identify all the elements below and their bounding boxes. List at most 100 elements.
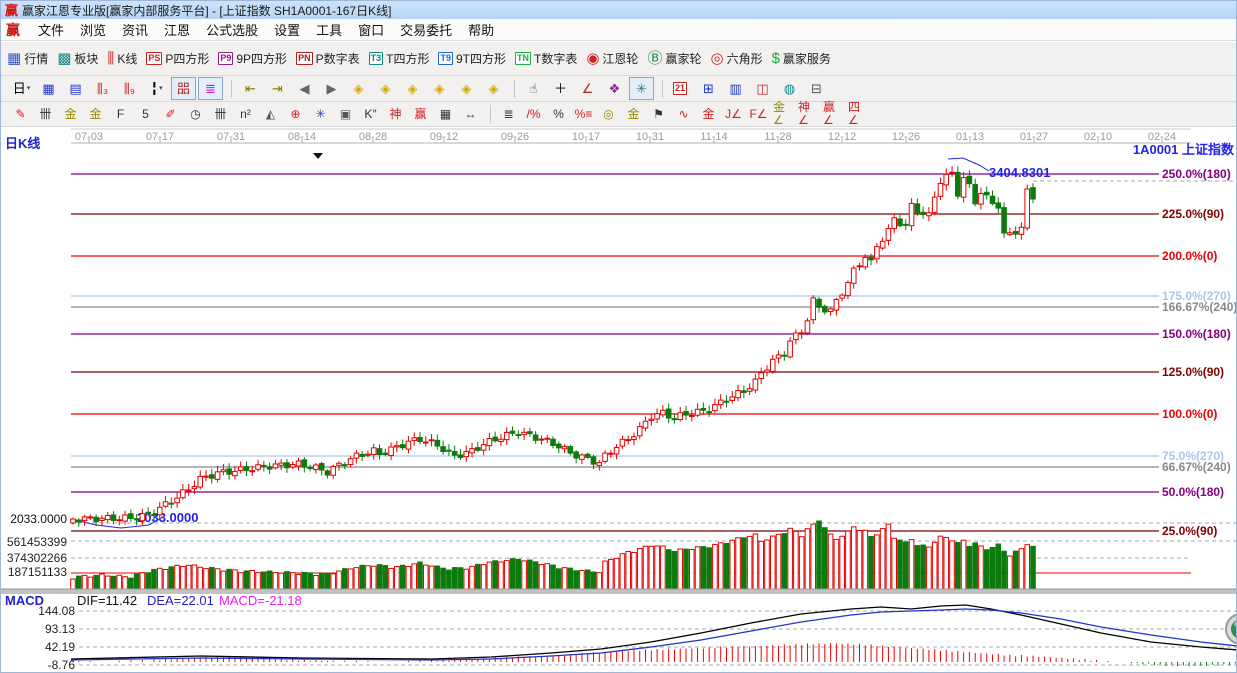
- kline-9-icon[interactable]: ⫼₉: [117, 77, 142, 100]
- gold-grid-1-icon[interactable]: 金: [59, 104, 82, 125]
- jump-last-icon[interactable]: ⇥: [265, 77, 290, 100]
- wave-red-icon[interactable]: ∿: [672, 104, 695, 125]
- t-number-table-button[interactable]: TNT数字表: [515, 50, 577, 67]
- svg-text:125.0%(90): 125.0%(90): [1162, 365, 1224, 379]
- time-cycle-icon[interactable]: ◷: [184, 104, 207, 125]
- kline-button[interactable]: ⫼K线: [107, 50, 137, 67]
- draw-brush-icon[interactable]: ✎: [9, 104, 32, 125]
- star-blue-icon[interactable]: ✳: [309, 104, 332, 125]
- scale-tool-icon[interactable]: ≣: [497, 104, 520, 125]
- jump-first-icon[interactable]: ⇤: [238, 77, 263, 100]
- ying-tool-icon[interactable]: 赢: [409, 104, 432, 125]
- sector-blocks-button[interactable]: ▩板块: [57, 50, 98, 67]
- shen-angle-icon[interactable]: 神∠: [797, 104, 820, 125]
- 9t-square-button[interactable]: T99T四方形: [438, 50, 506, 67]
- t-square-button[interactable]: T3T四方形: [369, 50, 430, 67]
- menu-item-窗口[interactable]: 窗口: [350, 18, 392, 41]
- n-square-icon[interactable]: n²: [234, 104, 257, 125]
- gold-circle-icon[interactable]: ◎: [597, 104, 620, 125]
- single-candle-dropdown-icon[interactable]: ╏▾: [144, 77, 169, 100]
- diamond-right-icon[interactable]: ◈: [373, 77, 398, 100]
- menu-item-公式选股[interactable]: 公式选股: [198, 18, 266, 41]
- step-back-icon[interactable]: ◀: [292, 77, 317, 100]
- 9t-square-label: 9T四方形: [456, 50, 506, 67]
- menu-item-江恩[interactable]: 江恩: [156, 18, 198, 41]
- grid-tool-icon[interactable]: 卌: [34, 104, 57, 125]
- f-ruler-icon[interactable]: F: [109, 104, 132, 125]
- diamond-hexpand-glyph: ◈: [435, 82, 445, 95]
- market-quotes-button[interactable]: ▦行情: [7, 50, 48, 67]
- notes-icon[interactable]: ▥: [723, 77, 748, 100]
- step-forward-icon[interactable]: ▶: [319, 77, 344, 100]
- diamond-hexpand-icon[interactable]: ◈: [427, 77, 452, 100]
- diamond-hsplit-icon[interactable]: ◈: [400, 77, 425, 100]
- target-circle-icon[interactable]: ⊕: [284, 104, 307, 125]
- star-box-icon[interactable]: ▣: [334, 104, 357, 125]
- ying-angle-icon[interactable]: 赢∠: [822, 104, 845, 125]
- wave-red-glyph: ∿: [678, 108, 688, 121]
- print-icon[interactable]: ⊟: [804, 77, 829, 100]
- gann-wheel-button[interactable]: ◉江恩轮: [586, 50, 638, 67]
- menu-item-文件[interactable]: 文件: [30, 18, 72, 41]
- step-forward-glyph: ▶: [327, 82, 337, 95]
- winner-wheel-button[interactable]: Ⓑ赢家轮: [647, 50, 701, 67]
- si-angle-icon[interactable]: 四∠: [847, 104, 870, 125]
- app-logo-icon: 赢: [5, 4, 18, 17]
- chart-window-icon[interactable]: ▦: [36, 77, 61, 100]
- volume-profile-icon[interactable]: ≣: [198, 77, 223, 100]
- gold-grid-2-icon[interactable]: 金: [84, 104, 107, 125]
- chart-canvas[interactable]: 07-0307-1707-3108-1408-2809-1209-2610-17…: [1, 127, 1237, 673]
- gold-lines-icon[interactable]: 金: [622, 104, 645, 125]
- kline-3-icon[interactable]: ⫼₃: [90, 77, 115, 100]
- gann-tool-icon[interactable]: ❖: [602, 77, 627, 100]
- sector-blocks-glyph: ▩: [57, 51, 71, 66]
- svg-text:100.0%(0): 100.0%(0): [1162, 407, 1217, 421]
- grid-tool-2-icon[interactable]: 卌: [209, 104, 232, 125]
- pattern-tool-icon[interactable]: 㗊: [171, 77, 196, 100]
- svg-text:187151133: 187151133: [8, 565, 68, 579]
- 9p-square-button[interactable]: P99P四方形: [218, 50, 287, 67]
- menu-item-浏览[interactable]: 浏览: [72, 18, 114, 41]
- percent-red-2-icon[interactable]: %≡: [572, 104, 595, 125]
- spiral-5-icon[interactable]: 5: [134, 104, 157, 125]
- f-angle-icon[interactable]: F∠: [747, 104, 770, 125]
- red-pencil-icon[interactable]: ✐: [159, 104, 182, 125]
- hand-tool-glyph: ☝: [530, 82, 538, 95]
- k-prime-glyph: K″: [364, 108, 376, 121]
- chart-area: 07-0307-1707-3108-1408-2809-1209-2610-17…: [1, 127, 1237, 673]
- shen-tool-icon[interactable]: 神: [384, 104, 407, 125]
- menu-item-工具[interactable]: 工具: [308, 18, 350, 41]
- winner-service-button[interactable]: $赢家服务: [772, 50, 831, 67]
- diamond-left-icon[interactable]: ◈: [346, 77, 371, 100]
- hexagon-button[interactable]: ◎六角形: [710, 50, 762, 67]
- p-number-table-button[interactable]: PNP数字表: [296, 50, 360, 67]
- k-prime-icon[interactable]: K″: [359, 104, 382, 125]
- crosshair-tool-icon[interactable]: ＋: [548, 77, 573, 100]
- menu-item-帮助[interactable]: 帮助: [460, 18, 502, 41]
- percent-icon[interactable]: %: [547, 104, 570, 125]
- calculator-icon[interactable]: ⊞: [696, 77, 721, 100]
- brain-tool-icon[interactable]: ✳: [629, 77, 654, 100]
- flag-tool-icon[interactable]: ⚑: [647, 104, 670, 125]
- menu-item-交易委托[interactable]: 交易委托: [392, 18, 460, 41]
- menu-item-资讯[interactable]: 资讯: [114, 18, 156, 41]
- dense-grid-icon[interactable]: ▦: [434, 104, 457, 125]
- period-day-dropdown-icon[interactable]: 日▾: [9, 77, 34, 100]
- p-square-button[interactable]: PSP四方形: [146, 50, 209, 67]
- title-bar[interactable]: 赢 赢家江恩专业版[赢家内部服务平台] - [上证指数 SH1A0001-167…: [1, 1, 1236, 19]
- j-angle-icon[interactable]: J∠: [722, 104, 745, 125]
- diamond-compress-icon[interactable]: ◈: [454, 77, 479, 100]
- gold-angle-icon[interactable]: 金∠: [772, 104, 795, 125]
- save-icon[interactable]: ◫: [750, 77, 775, 100]
- menu-item-设置[interactable]: 设置: [266, 18, 308, 41]
- info-panel-icon[interactable]: ▤: [63, 77, 88, 100]
- gold-red-icon[interactable]: 金: [697, 104, 720, 125]
- width-arrows-icon[interactable]: ↔: [459, 104, 482, 125]
- angle-tool-icon[interactable]: ∠: [575, 77, 600, 100]
- calendar-21-icon[interactable]: 21: [669, 77, 694, 100]
- world-time-icon[interactable]: ◍: [777, 77, 802, 100]
- angle-mirror-icon[interactable]: ◭: [259, 104, 282, 125]
- hand-tool-icon[interactable]: ☝: [521, 77, 546, 100]
- diamond-expand-icon[interactable]: ◈: [481, 77, 506, 100]
- percent-red-1-icon[interactable]: /%: [522, 104, 545, 125]
